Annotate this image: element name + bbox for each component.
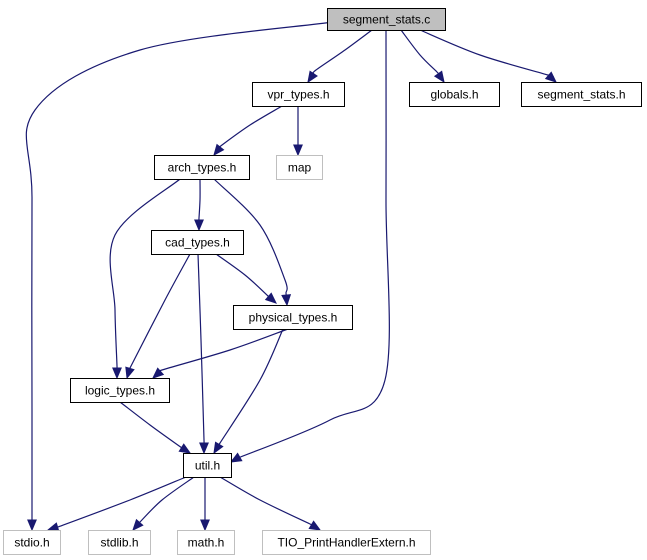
edge-line: [216, 328, 284, 449]
edge-line: [109, 178, 181, 372]
node-util-h[interactable]: util.h: [183, 453, 232, 478]
node-label: math.h: [188, 536, 225, 550]
node-logic-types-h[interactable]: logic_types.h: [70, 378, 170, 403]
node-stdlib-h[interactable]: stdlib.h: [88, 530, 151, 555]
edge-line: [119, 401, 185, 451]
arrowhead: [308, 520, 322, 531]
arrowhead: [199, 442, 209, 455]
arrowhead: [293, 144, 303, 157]
edge-line: [215, 253, 271, 299]
node-segment-stats-c[interactable]: segment_stats.c: [327, 8, 446, 31]
edge-logic_types_h-to-util_h: [119, 401, 192, 454]
edge-line: [419, 29, 554, 78]
edge-physical_types_h-to-util_h: [213, 328, 284, 455]
arrowhead: [46, 522, 60, 532]
arrowhead: [213, 143, 225, 157]
node-label: vpr_types.h: [267, 88, 329, 102]
node-label: cad_types.h: [165, 236, 230, 250]
arrowhead: [194, 219, 204, 232]
node-stdio-h[interactable]: stdio.h: [3, 530, 61, 555]
arrowhead: [307, 70, 318, 84]
edge-line: [312, 29, 373, 75]
arrowhead: [229, 452, 243, 463]
arrowhead: [27, 519, 37, 532]
edge-line: [218, 105, 283, 148]
node-math-h[interactable]: math.h: [177, 530, 235, 555]
node-label: util.h: [195, 459, 220, 473]
node-cad-types-h[interactable]: cad_types.h: [151, 230, 244, 255]
node-label: segment_stats.c: [343, 13, 430, 27]
node-globals-h[interactable]: globals.h: [409, 82, 500, 107]
edge-util_h-to-stdlib_h: [132, 476, 195, 531]
edge-line: [400, 29, 440, 75]
arrowhead: [281, 294, 292, 307]
edge-cad_types_h-to-physical_types_h: [215, 253, 277, 304]
node-vpr-types-h[interactable]: vpr_types.h: [252, 82, 345, 107]
edge-util_h-to-tio_h: [219, 476, 322, 531]
edge-vpr_types_h-to-arch_types_h: [213, 105, 283, 157]
edge-util_h-to-stdio_h: [46, 476, 187, 532]
arrowhead: [433, 70, 445, 84]
edge-line: [198, 178, 201, 221]
node-label: map: [288, 161, 312, 175]
edge-line: [51, 476, 187, 530]
edge-physical_types_h-to-logic_types_h: [152, 328, 289, 379]
edge-line: [137, 476, 195, 525]
edge-cad_types_h-to-util_h: [197, 253, 209, 455]
edge-segment_stats_c-to-vpr_types_h: [307, 29, 373, 84]
edge-line: [155, 328, 289, 373]
node-arch-types-h[interactable]: arch_types.h: [154, 155, 250, 180]
edge-util_h-to-math_h: [200, 477, 210, 532]
arrowhead: [213, 441, 224, 455]
node-segment-stats-h[interactable]: segment_stats.h: [521, 82, 642, 107]
arrowhead: [200, 519, 210, 532]
node-label: stdlib.h: [100, 536, 138, 550]
arrowhead: [178, 443, 192, 454]
edge-vpr_types_h-to-map: [293, 105, 303, 157]
node-label: segment_stats.h: [537, 88, 625, 102]
edge-line: [126, 253, 191, 374]
node-label: stdio.h: [14, 536, 49, 550]
node-label: arch_types.h: [168, 161, 237, 175]
include-dependency-graph: segment_stats.c vpr_types.h globals.h segme…: [3, 8, 642, 555]
edge-cad_types_h-to-logic_types_h: [125, 253, 191, 380]
node-label: logic_types.h: [85, 384, 155, 398]
node-label: globals.h: [430, 88, 478, 102]
node-tio-h[interactable]: TIO_PrintHandlerExtern.h: [262, 530, 431, 555]
node-physical-types-h[interactable]: physical_types.h: [233, 305, 353, 330]
arrowhead: [125, 366, 135, 380]
edge-line: [219, 476, 315, 527]
edge-line: [197, 253, 205, 449]
node-label: physical_types.h: [249, 311, 338, 325]
arrowhead: [544, 71, 557, 83]
edge-arch_types_h-to-cad_types_h: [194, 178, 204, 232]
node-map[interactable]: map: [276, 155, 323, 180]
arrowhead: [112, 367, 122, 380]
node-label: TIO_PrintHandlerExtern.h: [277, 536, 415, 550]
edge-arch_types_h-to-logic_types_h: [109, 178, 181, 380]
nodes-layer: segment_stats.c vpr_types.h globals.h segme…: [3, 8, 642, 555]
